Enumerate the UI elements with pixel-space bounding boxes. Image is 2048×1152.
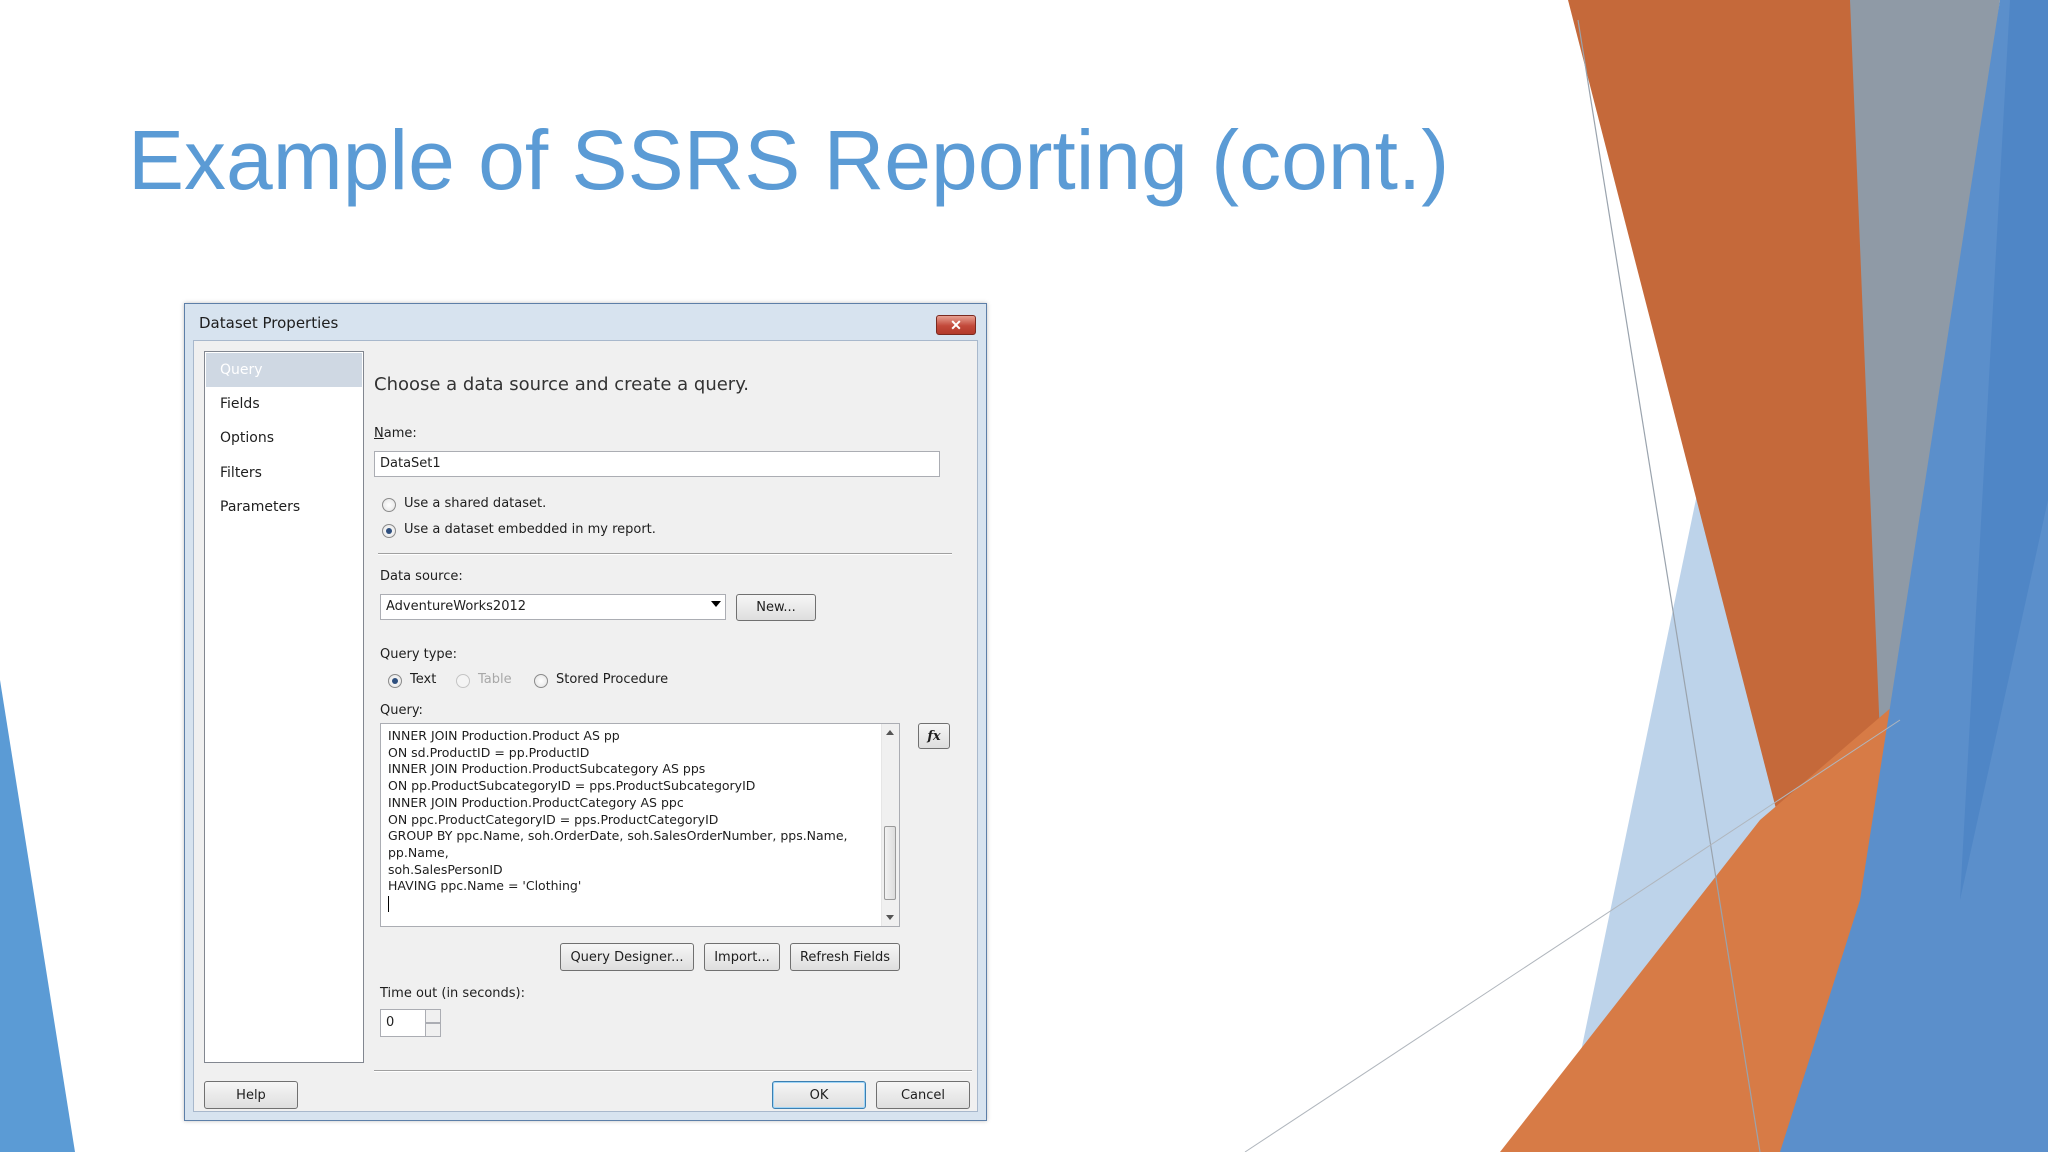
close-icon: ✕ bbox=[950, 316, 962, 333]
query-type-text-label: Text bbox=[410, 672, 437, 687]
data-source-select[interactable]: AdventureWorks2012 bbox=[380, 594, 726, 620]
query-line: INNER JOIN Production.ProductCategory AS… bbox=[388, 794, 684, 810]
nav-item-label: Fields bbox=[220, 396, 260, 412]
chevron-down-icon bbox=[711, 601, 721, 607]
nav-item-label: Query bbox=[220, 362, 263, 378]
fx-icon: fx bbox=[927, 728, 941, 744]
new-data-source-button[interactable]: New... bbox=[736, 594, 816, 621]
query-label: Query: bbox=[380, 703, 423, 718]
spin-down-button[interactable] bbox=[425, 1023, 441, 1037]
query-page: Choose a data source and create a query.… bbox=[374, 341, 974, 1071]
query-line: ON sd.ProductID = pp.ProductID bbox=[388, 744, 590, 760]
name-label-rest: ame: bbox=[383, 426, 417, 441]
query-line: ON ppc.ProductCategoryID = pps.ProductCa… bbox=[388, 811, 719, 827]
query-type-label: Query type: bbox=[380, 647, 458, 662]
spin-up-button[interactable] bbox=[425, 1009, 441, 1023]
nav-item-label: Options bbox=[220, 430, 275, 446]
query-type-stored-procedure-label: Stored Procedure bbox=[556, 672, 669, 687]
embedded-dataset-label: Use a dataset embedded in my report. bbox=[404, 522, 656, 537]
nav-item-filters[interactable]: Filters bbox=[206, 456, 362, 490]
page-heading: Choose a data source and create a query. bbox=[374, 374, 750, 395]
dialog-client-area: Query Fields Options Filters Parameters … bbox=[193, 340, 978, 1112]
nav-item-query[interactable]: Query bbox=[206, 353, 362, 387]
timeout-value: 0 bbox=[386, 1015, 395, 1030]
timeout-label: Time out (in seconds): bbox=[380, 986, 526, 1001]
scroll-down-icon[interactable] bbox=[886, 915, 894, 920]
expression-button[interactable]: fx bbox=[918, 723, 950, 749]
data-source-label: Data source: bbox=[380, 569, 463, 584]
dialog-title: Dataset Properties bbox=[199, 314, 339, 332]
query-type-text-radio[interactable] bbox=[388, 674, 402, 688]
footer-separator bbox=[374, 1070, 972, 1072]
close-button[interactable]: ✕ bbox=[936, 315, 976, 335]
query-type-table-radio[interactable] bbox=[456, 674, 470, 688]
shared-dataset-label: Use a shared dataset. bbox=[404, 496, 547, 511]
query-line: INNER JOIN Production.ProductSubcategory… bbox=[388, 761, 706, 777]
shared-dataset-radio[interactable] bbox=[382, 498, 396, 512]
name-input[interactable]: DataSet1 bbox=[374, 451, 940, 477]
query-line: ON pp.ProductSubcategoryID = pps.Product… bbox=[388, 778, 756, 794]
text-caret bbox=[388, 896, 389, 912]
query-scrollbar[interactable] bbox=[881, 724, 899, 926]
data-source-value: AdventureWorks2012 bbox=[386, 599, 527, 614]
cancel-button[interactable]: Cancel bbox=[876, 1081, 970, 1109]
nav-list: Query Fields Options Filters Parameters bbox=[204, 351, 364, 1063]
dialog-titlebar[interactable]: Dataset Properties ✕ bbox=[185, 304, 986, 340]
name-label: Name: bbox=[374, 426, 417, 441]
query-type-table-label: Table bbox=[478, 672, 512, 687]
nav-item-label: Filters bbox=[220, 465, 262, 481]
scrollbar-thumb[interactable] bbox=[884, 826, 896, 900]
query-line: INNER JOIN Production.Product AS pp bbox=[388, 728, 620, 743]
ok-button[interactable]: OK bbox=[772, 1081, 866, 1109]
embedded-dataset-radio[interactable] bbox=[382, 524, 396, 538]
query-line: GROUP BY ppc.Name, soh.OrderDate, soh.Sa… bbox=[388, 828, 848, 844]
scroll-up-icon[interactable] bbox=[886, 730, 894, 735]
query-line: pp.Name, bbox=[388, 844, 449, 860]
dataset-properties-dialog: Dataset Properties ✕ Query Fields Option… bbox=[184, 303, 987, 1121]
left-blue-wedge bbox=[0, 680, 75, 1152]
refresh-fields-button[interactable]: Refresh Fields bbox=[790, 943, 900, 971]
nav-item-parameters[interactable]: Parameters bbox=[206, 490, 362, 524]
query-designer-button[interactable]: Query Designer... bbox=[560, 943, 694, 971]
slide-title: Example of SSRS Reporting (cont.) bbox=[128, 113, 1450, 207]
query-line: HAVING ppc.Name = 'Clothing' bbox=[388, 878, 582, 894]
nav-item-fields[interactable]: Fields bbox=[206, 387, 362, 421]
help-button[interactable]: Help bbox=[204, 1081, 298, 1109]
nav-item-label: Parameters bbox=[220, 499, 301, 515]
query-type-stored-procedure-radio[interactable] bbox=[534, 674, 548, 688]
nav-item-options[interactable]: Options bbox=[206, 421, 362, 455]
query-textarea[interactable]: INNER JOIN Production.Product AS pp ON s… bbox=[380, 723, 900, 927]
import-button[interactable]: Import... bbox=[704, 943, 780, 971]
query-line: soh.SalesPersonID bbox=[388, 861, 503, 877]
separator bbox=[378, 553, 952, 555]
